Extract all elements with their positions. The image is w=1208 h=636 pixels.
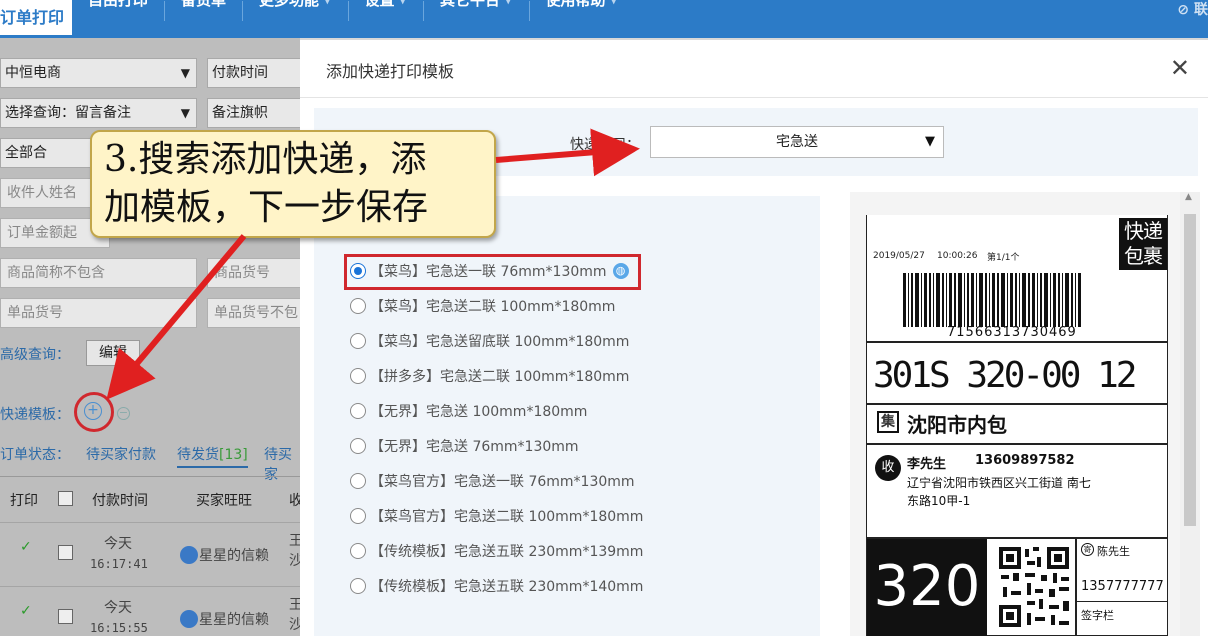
arrow-to-add-template	[106, 234, 247, 400]
tutorial-arrows	[106, 128, 640, 400]
arrow-to-courier-select	[495, 128, 640, 177]
